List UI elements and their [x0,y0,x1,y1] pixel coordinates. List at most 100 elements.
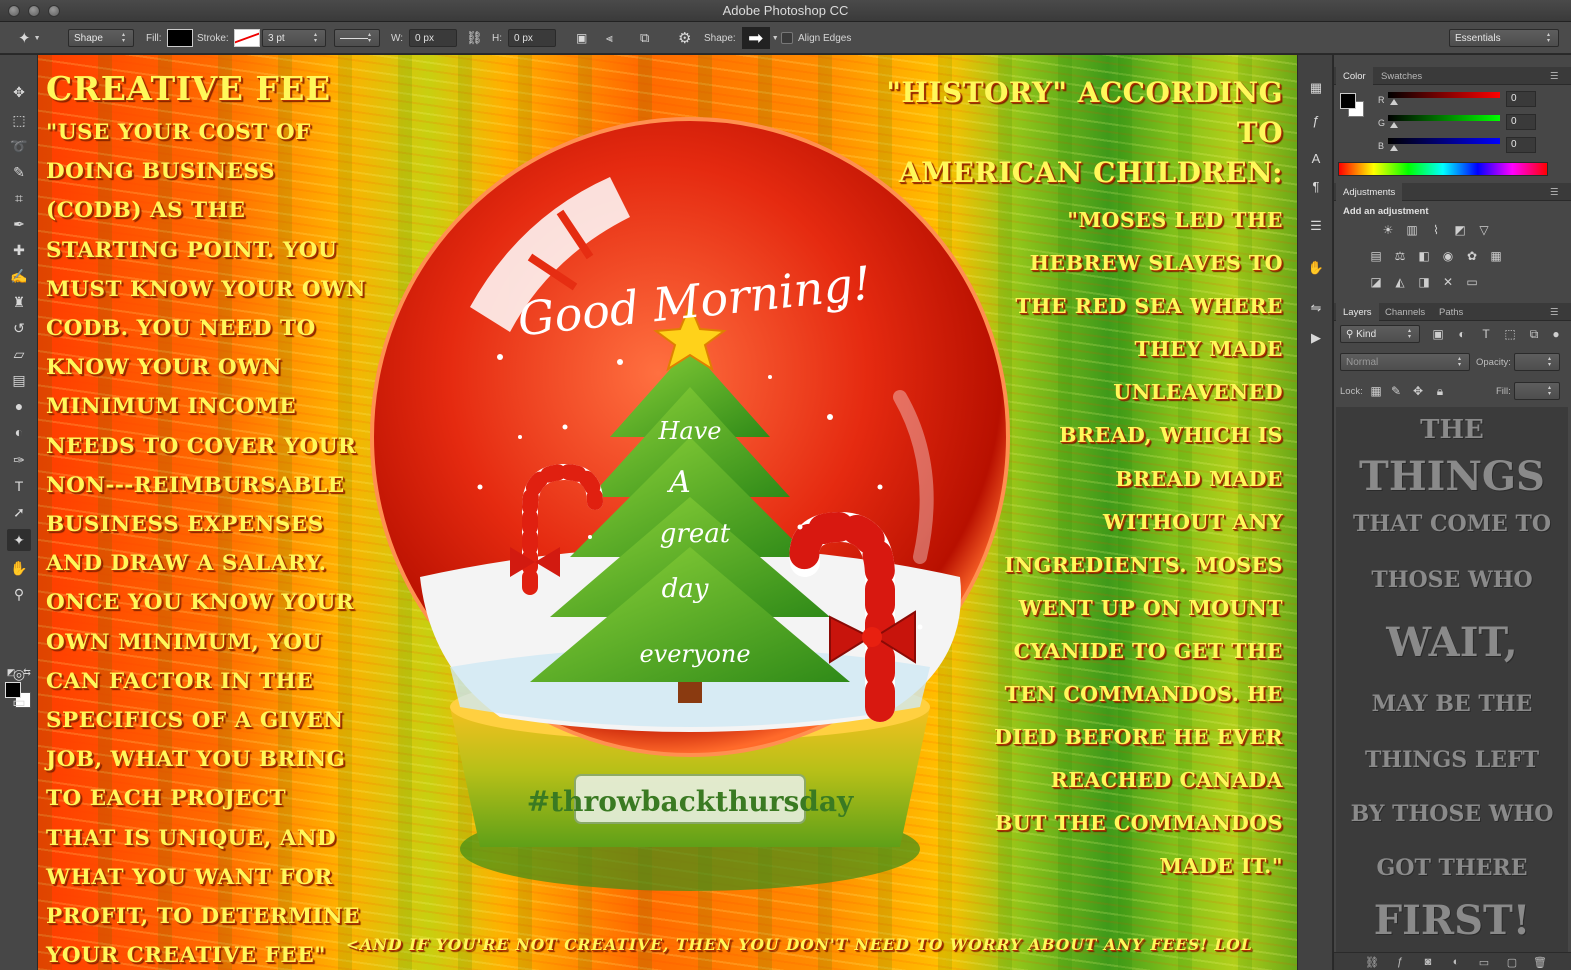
filter-type-icon[interactable]: T [1478,327,1494,341]
pen-tool-icon[interactable]: ✑ [7,449,31,471]
lock-pixels-icon[interactable]: ▦ [1368,384,1384,398]
color-lookup-icon[interactable]: ▦ [1488,249,1504,263]
selective-color-icon[interactable]: ✕ [1440,275,1456,289]
properties-panel-icon[interactable]: ☰ [1306,217,1326,235]
shape-picker[interactable]: ➡ [741,27,770,49]
zoom-tool-icon[interactable]: ⚲ [7,583,31,605]
new-adjustment-layer-icon[interactable]: ◐ [1448,955,1464,969]
color-fg-swatch[interactable] [1340,93,1356,109]
filter-toggle-icon[interactable]: ● [1548,327,1564,341]
gear-icon[interactable]: ⚙ [678,29,691,47]
layers-list-area[interactable]: THE THINGS THAT COME TO THOSE WHO WAIT, … [1336,407,1568,952]
eyedropper-tool-icon[interactable]: ✒ [7,213,31,235]
levels-icon[interactable]: ▥ [1404,223,1420,237]
link-icon[interactable]: ⛓ [466,30,483,46]
panel-menu-icon[interactable]: ☰ [1546,303,1563,321]
blend-mode-select[interactable]: Normal [1340,353,1470,371]
brush-presets-icon[interactable]: ⇋ [1306,299,1326,317]
green-value-field[interactable]: 0 [1506,114,1536,130]
styles-panel-icon[interactable]: ƒ [1306,111,1326,129]
hand-tool-icon[interactable]: ✋ [7,557,31,579]
black-white-icon[interactable]: ◧ [1416,249,1432,263]
path-operations-icon[interactable]: ▣ [576,31,587,45]
blue-value-field[interactable]: 0 [1506,137,1536,153]
posterize-icon[interactable]: ◭ [1392,275,1408,289]
lock-icon[interactable]: 🔒︎ [1432,384,1448,398]
fill-field[interactable] [1514,382,1560,400]
trash-icon[interactable]: 🗑︎ [1532,955,1548,969]
layer-style-icon[interactable]: ƒ [1392,955,1408,969]
gradient-tool-icon[interactable]: ▤ [7,369,31,391]
color-spectrum[interactable] [1338,162,1548,176]
panel-menu-icon[interactable]: ☰ [1546,67,1563,85]
quick-select-tool-icon[interactable]: ✎ [7,161,31,183]
marquee-tool-icon[interactable]: ⬚ [7,109,31,131]
curves-icon[interactable]: ⌇ [1428,223,1444,237]
hue-saturation-icon[interactable]: ▤ [1368,249,1384,263]
path-arrangement-icon[interactable]: ⧉ [640,30,649,46]
workspace-select[interactable]: Essentials [1449,29,1559,47]
tab-channels[interactable]: Channels [1378,303,1432,321]
red-slider-handle[interactable] [1390,99,1398,105]
channel-mixer-icon[interactable]: ✿ [1464,249,1480,263]
threshold-icon[interactable]: ◨ [1416,275,1432,289]
lock-brush-icon[interactable]: ✎ [1388,384,1404,398]
character-panel-icon[interactable]: A [1306,149,1326,167]
path-select-tool-icon[interactable]: ➚ [7,501,31,523]
custom-shape-tool-icon[interactable]: ✦ [7,529,31,551]
exposure-icon[interactable]: ◩ [1452,223,1468,237]
clone-stamp-tool-icon[interactable]: ♜ [7,291,31,313]
stroke-swatch[interactable] [233,29,260,47]
red-slider-track[interactable] [1388,92,1500,98]
healing-brush-tool-icon[interactable]: ✚ [7,239,31,261]
tab-paths[interactable]: Paths [1432,303,1470,321]
new-group-icon[interactable]: ▭ [1476,955,1492,969]
fill-swatch[interactable] [166,29,193,47]
filter-adjustment-icon[interactable]: ◐ [1454,327,1470,341]
type-tool-icon[interactable]: T [7,475,31,497]
height-field[interactable]: 0 px [508,29,556,47]
red-value-field[interactable]: 0 [1506,91,1536,107]
eraser-tool-icon[interactable]: ▱ [7,343,31,365]
lasso-tool-icon[interactable]: ➰ [7,135,31,157]
photo-filter-icon[interactable]: ◉ [1440,249,1456,263]
document-canvas[interactable]: CREATIVE FEE "USE YOUR COST OF DOING BUS… [38,55,1297,970]
green-slider-handle[interactable] [1390,122,1398,128]
tool-presets-icon[interactable]: ✋ [1306,259,1326,277]
actions-play-icon[interactable]: ▶ [1306,329,1326,347]
blur-tool-icon[interactable]: ● [7,395,31,417]
filter-pixel-icon[interactable]: ▣ [1430,327,1446,341]
green-slider-track[interactable] [1388,115,1500,121]
align-edges-checkbox[interactable] [781,32,793,44]
panel-menu-icon[interactable]: ☰ [1546,183,1563,201]
tab-adjustments[interactable]: Adjustments [1336,183,1403,201]
tool-preset-picker[interactable]: ✦ ▼ [18,22,41,54]
gradient-map-icon[interactable]: ▭ [1464,275,1480,289]
move-tool-icon[interactable]: ✥ [7,81,31,103]
stroke-type-select[interactable] [334,29,380,47]
filter-shape-icon[interactable]: ⬚ [1502,327,1518,341]
path-alignment-icon[interactable]: ⫷ [606,31,613,46]
tab-swatches[interactable]: Swatches [1374,67,1429,85]
blue-slider-handle[interactable] [1390,145,1398,151]
filter-smart-object-icon[interactable]: ⧉ [1526,327,1542,341]
vibrance-icon[interactable]: ▽ [1476,223,1492,237]
crop-tool-icon[interactable]: ⌗ [7,187,31,209]
tab-layers[interactable]: Layers [1336,303,1379,321]
history-brush-tool-icon[interactable]: ↺ [7,317,31,339]
lock-position-icon[interactable]: ✥ [1410,384,1426,398]
blue-slider-track[interactable] [1388,138,1500,144]
brush-tool-icon[interactable]: ✍ [7,265,31,287]
brightness-icon[interactable]: ☀ [1380,223,1396,237]
color-balance-icon[interactable]: ⚖ [1392,249,1408,263]
link-layers-icon[interactable]: ⛓ [1364,955,1380,969]
dodge-tool-icon[interactable]: ◐ [7,421,31,443]
paragraph-panel-icon[interactable]: ¶ [1306,177,1326,195]
width-field[interactable]: 0 px [409,29,458,47]
tool-mode-select[interactable]: Shape [68,29,134,47]
layer-mask-icon[interactable]: ◙ [1420,955,1436,969]
opacity-field[interactable] [1514,353,1560,371]
invert-icon[interactable]: ◪ [1368,275,1384,289]
new-layer-icon[interactable]: ▢ [1504,955,1520,969]
foreground-color-swatch[interactable] [5,682,21,698]
